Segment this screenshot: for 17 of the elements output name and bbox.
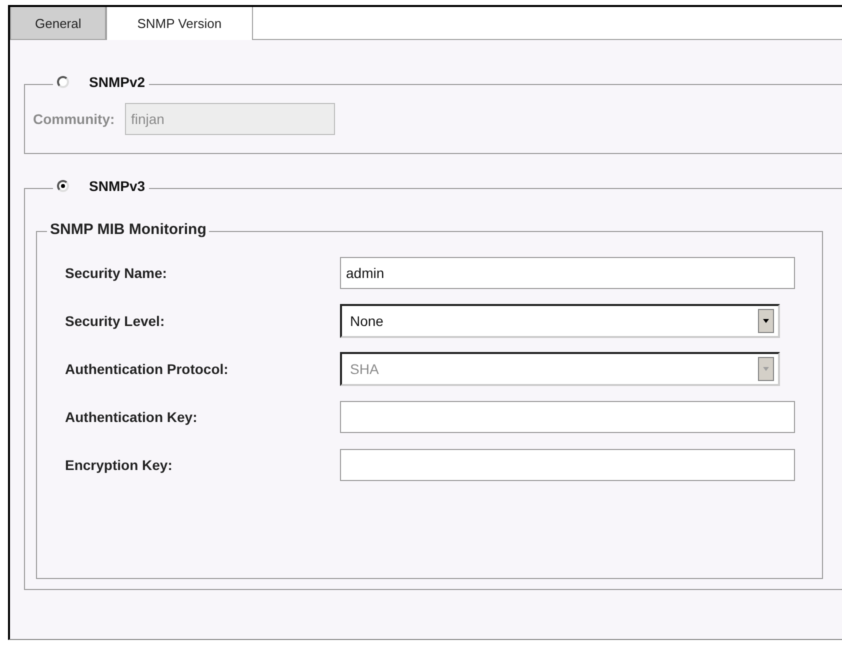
field-label: Authentication Protocol: [65,361,230,377]
field-label: Community: [33,111,116,127]
dropdown[interactable]: None [340,304,780,338]
field-label: Encryption Key: [65,457,174,473]
tab[interactable]: SNMP Version [106,7,253,40]
field-label: Security Name: [65,265,168,281]
radio-button[interactable] [57,76,69,88]
group-title: SNMP MIB Monitoring [47,221,210,238]
section-title: SNMPv3 [89,178,146,194]
field-label: Security Level: [65,313,166,329]
radio-button[interactable] [57,180,69,192]
input-field[interactable]: admin [340,257,795,289]
input-field[interactable] [340,449,795,481]
tab[interactable]: General [10,7,106,40]
field-label: Authentication Key: [65,409,198,425]
input-field[interactable] [340,401,795,433]
section-title: SNMPv2 [89,74,146,90]
